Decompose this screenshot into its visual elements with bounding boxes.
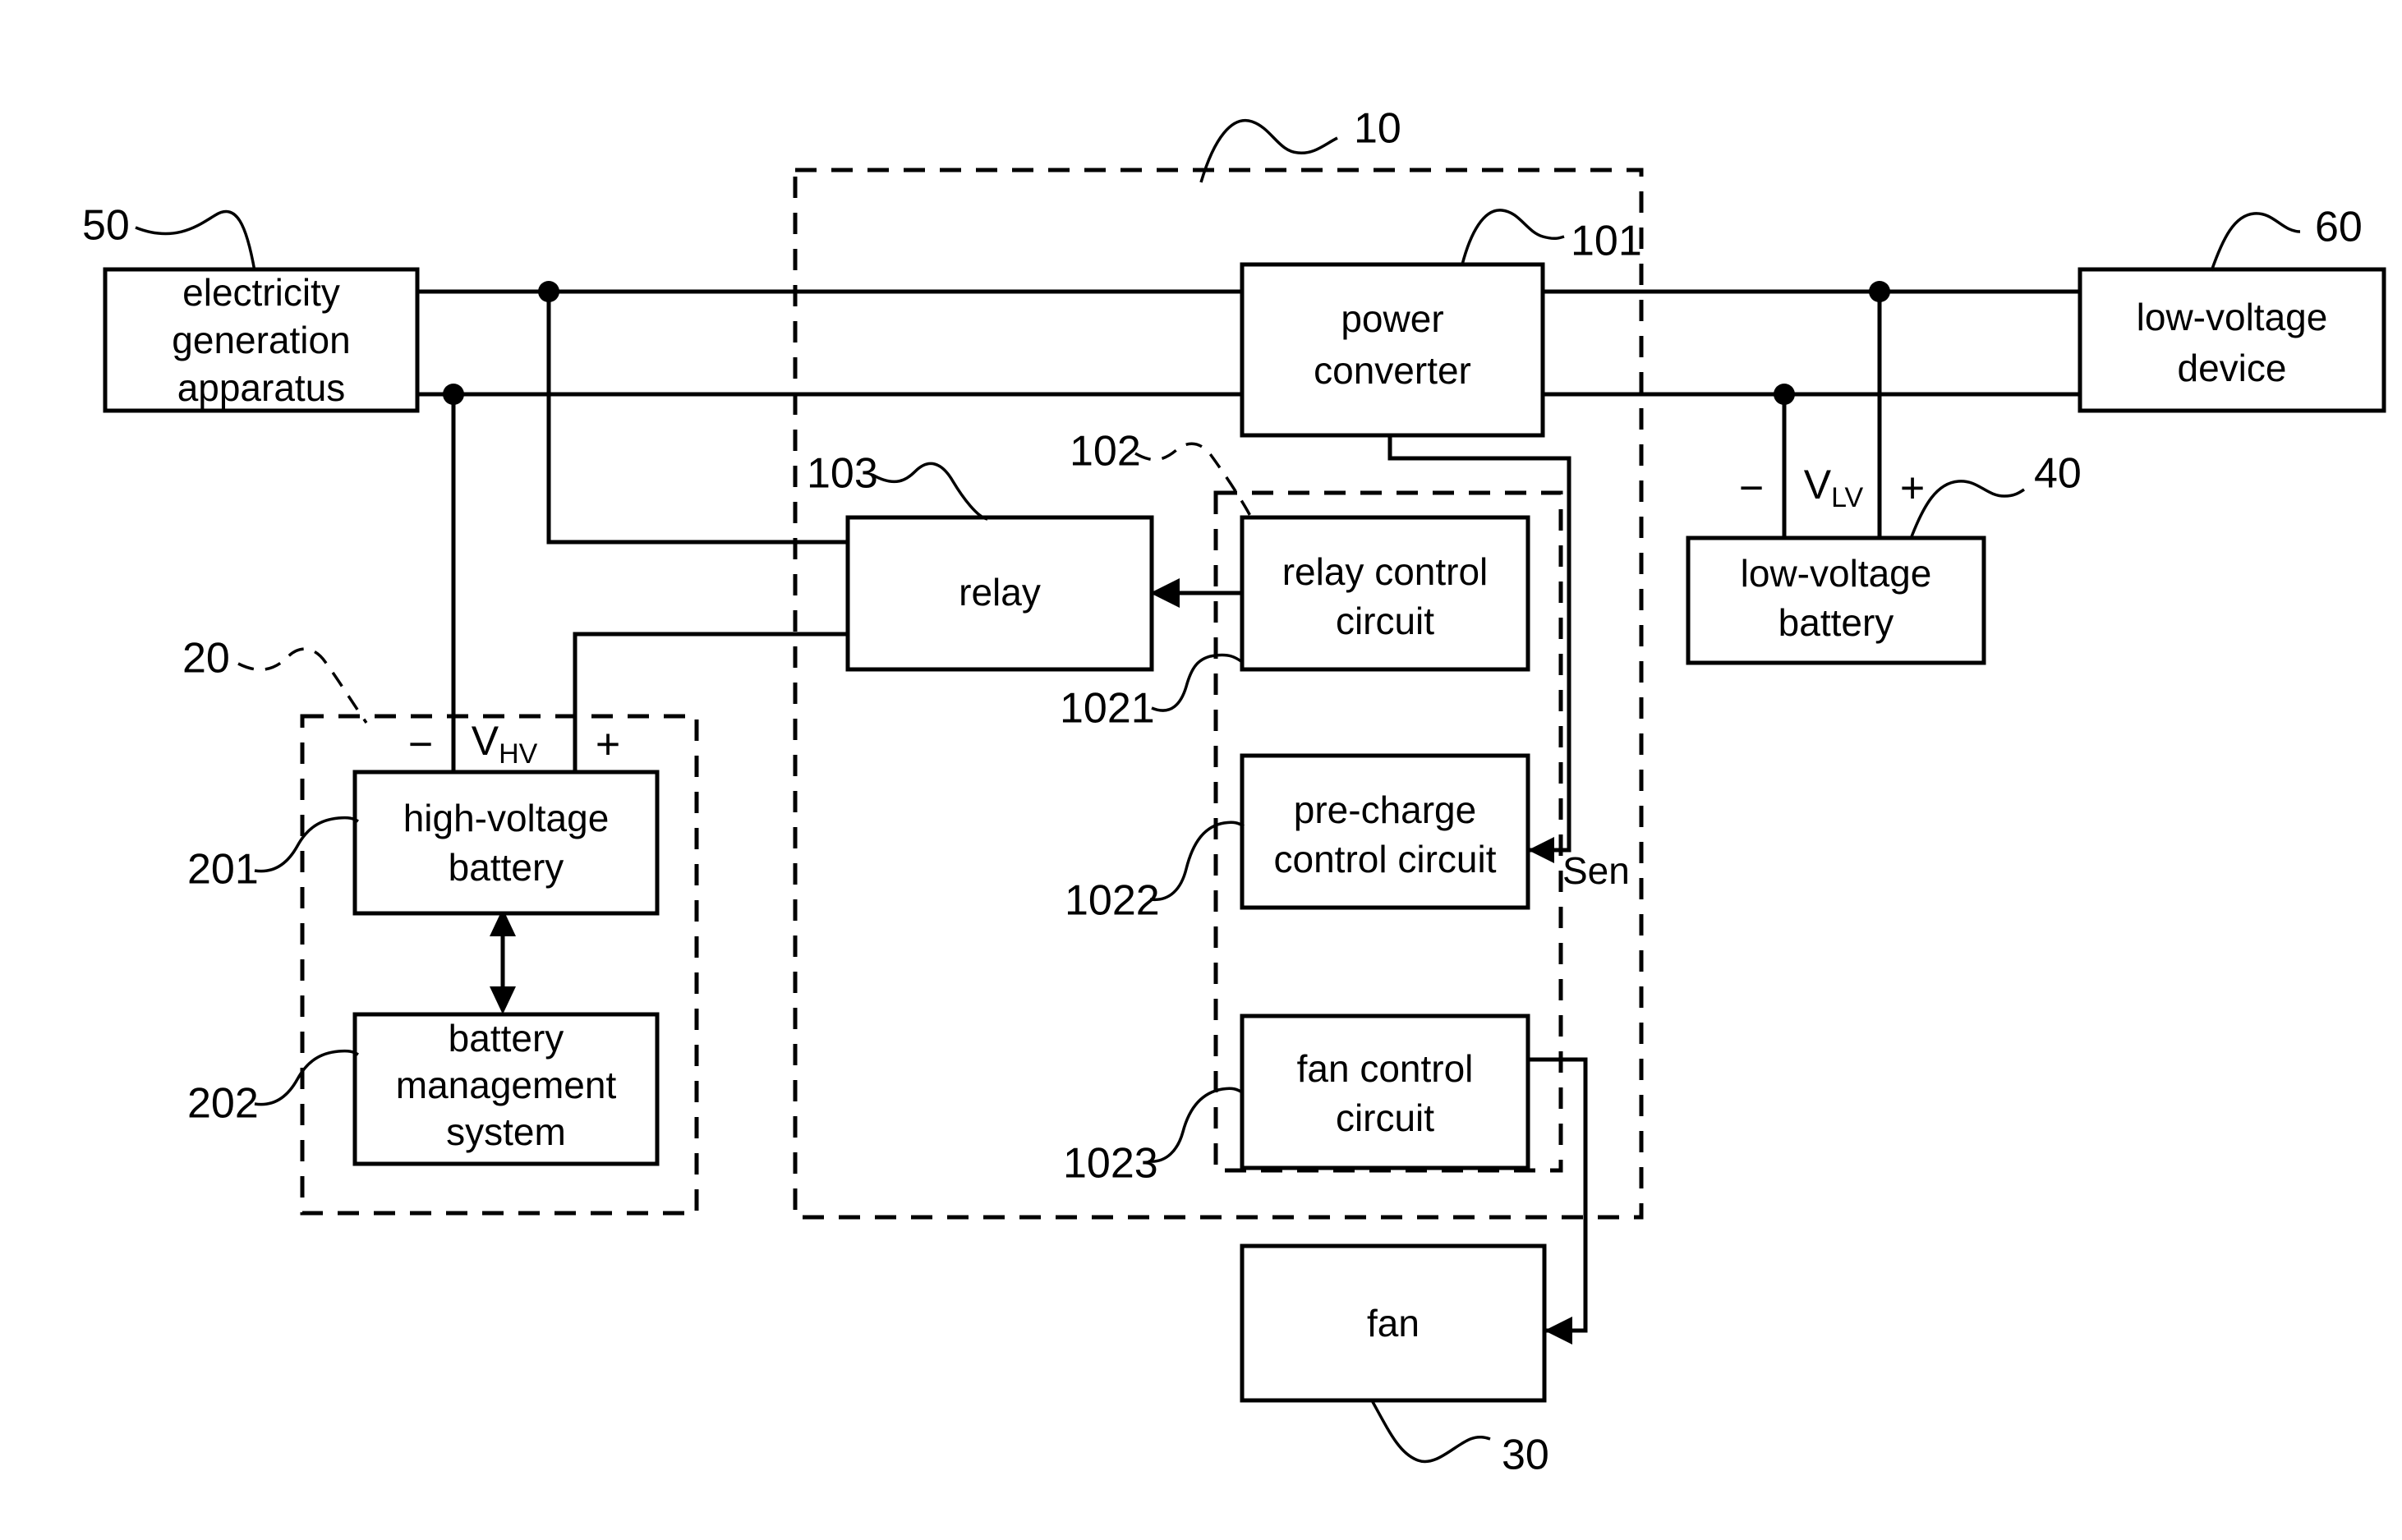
hv-bus-plus-sign: + xyxy=(596,721,620,769)
ref-number-102: 102 xyxy=(1070,428,1141,476)
leader-line-1022 xyxy=(1149,821,1245,902)
arrowhead-fan-control-to-fan xyxy=(1544,1317,1572,1345)
sense-signal-label: Sen xyxy=(1562,849,1630,892)
block-fan-control-circuit[interactable] xyxy=(1240,1014,1530,1170)
power-converter-label-1: power xyxy=(1341,297,1443,340)
arrowhead-relay-control-to-relay xyxy=(1150,578,1180,608)
leader-line-1021 xyxy=(1151,653,1244,712)
leader-line-101 xyxy=(1461,209,1565,265)
arrowhead-sense-to-precharge xyxy=(1528,837,1554,863)
ref-number-60: 60 xyxy=(2315,204,2363,251)
fan-label-1: fan xyxy=(1367,1302,1420,1345)
leader-line-201 xyxy=(254,816,359,873)
leader-line-10 xyxy=(1199,118,1338,183)
leader-line-30 xyxy=(1370,1400,1491,1464)
high-voltage-battery-label-1: high-voltage xyxy=(403,797,610,839)
low-voltage-battery-label-2: battery xyxy=(1778,601,1894,644)
power-converter-label-2: converter xyxy=(1314,349,1471,392)
pre-charge-control-circuit-label-2: control circuit xyxy=(1274,838,1497,880)
ref-number-201: 201 xyxy=(187,846,259,894)
electricity-generation-apparatus-label-2: generation xyxy=(172,319,350,361)
relay-label-1: relay xyxy=(959,571,1041,614)
low-voltage-device-label-2: device xyxy=(2178,347,2287,389)
block-low-voltage-device[interactable] xyxy=(2078,267,2386,413)
ref-number-30: 30 xyxy=(1502,1432,1549,1479)
ref-number-103: 103 xyxy=(807,450,878,498)
fan-control-circuit-label-1: fan control xyxy=(1297,1047,1474,1090)
leader-line-102 xyxy=(1134,442,1252,517)
block-relay-control-circuit[interactable] xyxy=(1240,515,1530,672)
wire-to-relay-terminal-upper xyxy=(546,292,848,545)
electricity-generation-apparatus-label-3: apparatus xyxy=(177,366,346,409)
block-pre-charge-control-circuit[interactable] xyxy=(1240,753,1530,910)
pre-charge-control-circuit-label-1: pre-charge xyxy=(1294,788,1476,831)
hv-bus-minus-sign: − xyxy=(408,721,433,769)
lv-bus-minus-sign: − xyxy=(1739,465,1764,513)
high-voltage-battery-label-2: battery xyxy=(449,846,564,889)
relay-control-circuit-label-2: circuit xyxy=(1336,600,1434,642)
block-diagram: electricity generation apparatus power c… xyxy=(82,105,2386,1479)
ref-number-1022: 1022 xyxy=(1065,877,1160,925)
leader-line-202 xyxy=(254,1049,359,1106)
ref-number-1023: 1023 xyxy=(1063,1140,1158,1188)
ref-number-50: 50 xyxy=(82,202,130,250)
lv-bus-voltage-symbol: VLV xyxy=(1804,462,1864,513)
low-voltage-device-label-1: low-voltage xyxy=(2137,296,2328,338)
ref-number-1021: 1021 xyxy=(1060,685,1155,733)
ref-number-10: 10 xyxy=(1354,105,1401,153)
arrowhead-hv-battery-to-bms xyxy=(490,986,516,1014)
lv-bus-plus-sign: + xyxy=(1900,465,1925,513)
leader-line-20 xyxy=(237,647,368,724)
battery-management-system-label-3: system xyxy=(446,1110,566,1153)
ref-number-40: 40 xyxy=(2034,450,2082,498)
ref-number-20: 20 xyxy=(182,635,230,683)
leader-line-40 xyxy=(1909,480,2025,540)
block-high-voltage-battery[interactable] xyxy=(352,770,660,916)
low-voltage-battery-label-1: low-voltage xyxy=(1741,552,1932,595)
leader-line-1023 xyxy=(1148,1087,1243,1163)
electricity-generation-apparatus-label-1: electricity xyxy=(182,271,340,314)
ref-number-101: 101 xyxy=(1571,218,1642,265)
relay-control-circuit-label-1: relay control xyxy=(1282,550,1489,593)
hv-bus-voltage-symbol: VHV xyxy=(472,718,538,770)
ref-number-202: 202 xyxy=(187,1080,259,1128)
leader-line-60 xyxy=(2210,212,2301,272)
leader-line-103 xyxy=(872,462,988,521)
fan-control-circuit-label-2: circuit xyxy=(1336,1096,1434,1139)
diagram-canvas: electricity generation apparatus power c… xyxy=(0,0,2402,1540)
battery-management-system-label-1: battery xyxy=(449,1017,564,1060)
battery-management-system-label-2: management xyxy=(396,1064,617,1106)
leader-line-50 xyxy=(135,209,256,272)
